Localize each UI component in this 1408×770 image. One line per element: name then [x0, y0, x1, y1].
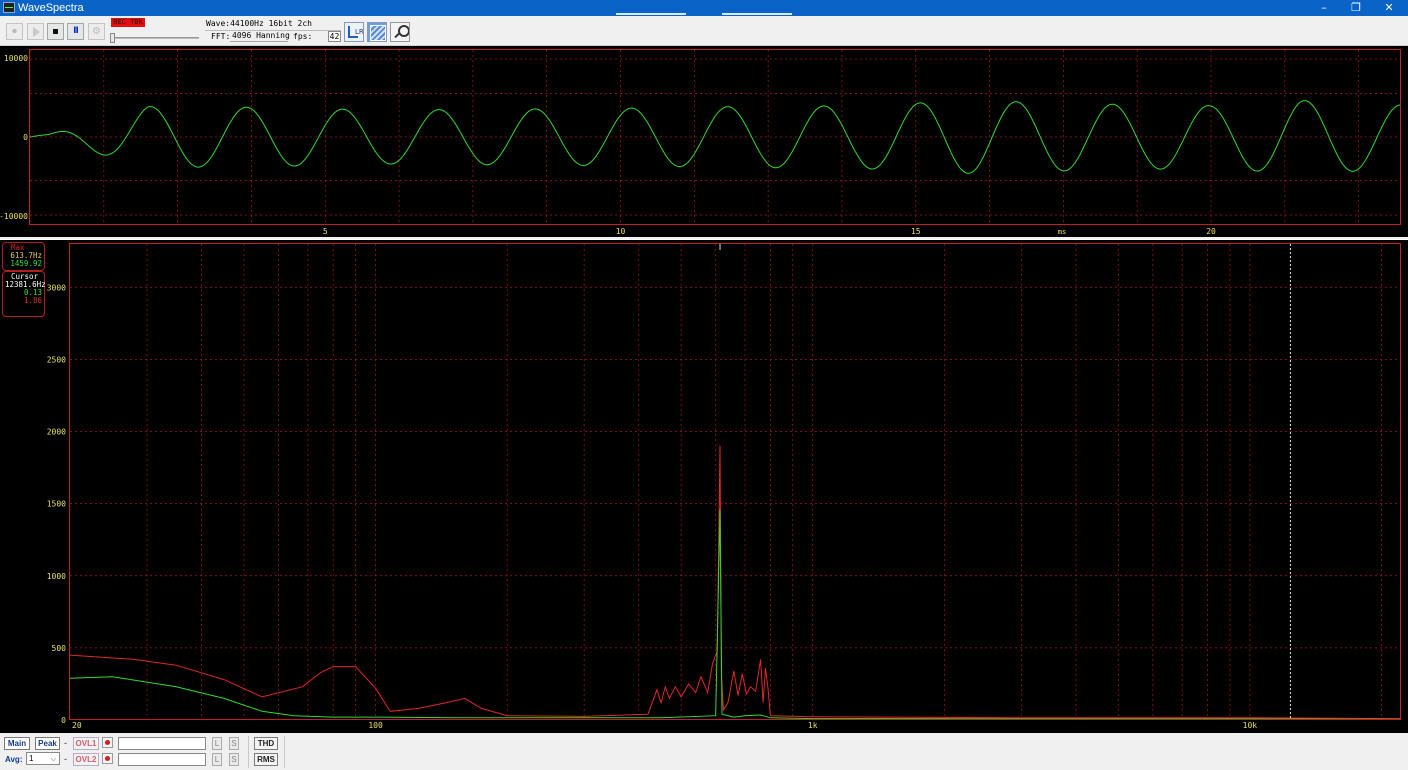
dash-separator: -: [64, 738, 67, 748]
y-tick-label: 0: [23, 133, 28, 142]
x-tick-label: 100: [368, 721, 383, 730]
chevron-down-icon: ⌵: [50, 756, 56, 763]
title-decoration: [722, 13, 792, 15]
spectrum-red-line: [69, 445, 1401, 720]
fft-setting-value: 4096 Hanning: [230, 31, 290, 42]
lr-icon-label: LR: [355, 28, 364, 36]
max-readout: Max 613.7Hz 1459.92: [2, 242, 45, 271]
volume-slider-track[interactable]: [111, 37, 199, 39]
ovl1-name-field[interactable]: [118, 737, 206, 750]
ovl1-record-icon[interactable]: [102, 737, 113, 748]
restore-button[interactable]: ❐: [1341, 0, 1371, 16]
ovl2-l-button[interactable]: L: [212, 753, 222, 766]
volume-slider-thumb[interactable]: [110, 33, 115, 43]
settings-icon[interactable]: ⚙: [88, 23, 105, 40]
ovl2-name-field[interactable]: [118, 753, 206, 766]
graph-settings-icon[interactable]: [367, 22, 387, 42]
window-title: WaveSpectra: [18, 2, 84, 14]
y-tick-label: 0: [61, 716, 66, 725]
rec-indicator: REC T0k: [111, 18, 145, 27]
x-tick-label: 20: [72, 721, 82, 730]
rms-button[interactable]: RMS: [254, 753, 278, 766]
x-tick-label: 15: [911, 227, 921, 236]
y-tick-label: 3000: [47, 283, 66, 292]
avg-select[interactable]: 1 ⌵: [26, 752, 60, 765]
fft-label: FFT:: [211, 32, 231, 41]
ovl2-s-button[interactable]: S: [229, 753, 239, 766]
cursor-readout: Cursor 12381.6Hz 0.13 1.86: [2, 271, 46, 317]
close-button[interactable]: ✕: [1374, 0, 1404, 16]
toolbar: ⏺ II ⚙ REC T0k Wave:44100Hz 16bit 2ch FF…: [0, 16, 1408, 46]
x-tick-label: 5: [323, 227, 328, 236]
avg-label: Avg:: [5, 755, 23, 764]
spectrum-green-line: [69, 509, 1401, 720]
app-icon: [3, 2, 15, 13]
waveform-panel[interactable]: 5 10 15 20 ms 10000 0 -10000: [0, 46, 1408, 237]
pause-icon[interactable]: II: [67, 23, 84, 40]
title-bar: WaveSpectra – ❐ ✕: [0, 0, 1408, 16]
lr-channel-icon[interactable]: LR: [344, 22, 364, 42]
x-tick-label: 20: [1206, 227, 1216, 236]
main-button[interactable]: Main: [4, 737, 30, 750]
wave-format-info: Wave:44100Hz 16bit 2ch: [206, 19, 312, 28]
x-tick-label: 10: [616, 227, 626, 236]
avg-value: 1: [29, 754, 34, 763]
waveform-grid: [29, 50, 1400, 224]
y-tick-label: -10000: [0, 212, 28, 221]
ovl2-button[interactable]: OVL2: [73, 753, 99, 766]
max-readout-left-value: 1459.92: [10, 259, 42, 268]
spectrum-chart[interactable]: 20 100 1k 10k 3000 2500 2000 1500 1000 500 0: [0, 240, 1408, 734]
ovl1-l-button[interactable]: L: [212, 737, 222, 750]
cursor-readout-right-value: 1.86: [23, 296, 42, 305]
fps-label: fps:: [293, 32, 313, 41]
spectrum-series: [69, 445, 1401, 720]
fps-value: 42: [328, 31, 341, 42]
minimize-button[interactable]: –: [1309, 0, 1339, 16]
ovl2-record-icon[interactable]: [102, 753, 113, 764]
y-tick-label: 2000: [47, 428, 66, 437]
divider: [248, 736, 249, 768]
spectrum-panel[interactable]: 20 100 1k 10k 3000 2500 2000 1500 1000 500 0: [0, 239, 1408, 733]
play-icon[interactable]: [27, 23, 44, 40]
x-tick-label: 1k: [808, 721, 818, 730]
stop-icon[interactable]: [47, 23, 64, 40]
y-tick-label: 500: [52, 644, 67, 653]
spectrum-grid: [70, 244, 1400, 720]
zoom-icon[interactable]: [390, 22, 410, 42]
waveform-chart[interactable]: 5 10 15 20 ms 10000 0 -10000: [0, 46, 1408, 237]
y-tick-label: 1000: [47, 572, 66, 581]
dash-separator: -: [64, 754, 67, 764]
peak-button[interactable]: Peak: [35, 737, 60, 750]
y-tick-label: 2500: [47, 355, 66, 364]
ovl1-button[interactable]: OVL1: [73, 737, 99, 750]
waveform-axis-labels: 5 10 15 20 ms 10000 0 -10000: [0, 54, 1216, 236]
ovl1-s-button[interactable]: S: [229, 737, 239, 750]
y-tick-label: 1500: [47, 500, 66, 509]
thd-button[interactable]: THD: [254, 737, 278, 750]
title-decoration: [616, 13, 686, 15]
x-axis-unit-label: ms: [1058, 228, 1066, 236]
divider: [284, 736, 285, 768]
y-tick-label: 10000: [4, 54, 28, 63]
status-bar: Main Peak - OVL1 L S THD Avg: 1 ⌵ - OVL2 …: [0, 734, 1408, 770]
record-icon[interactable]: ⏺: [6, 23, 23, 40]
x-tick-label: 10k: [1243, 721, 1258, 730]
